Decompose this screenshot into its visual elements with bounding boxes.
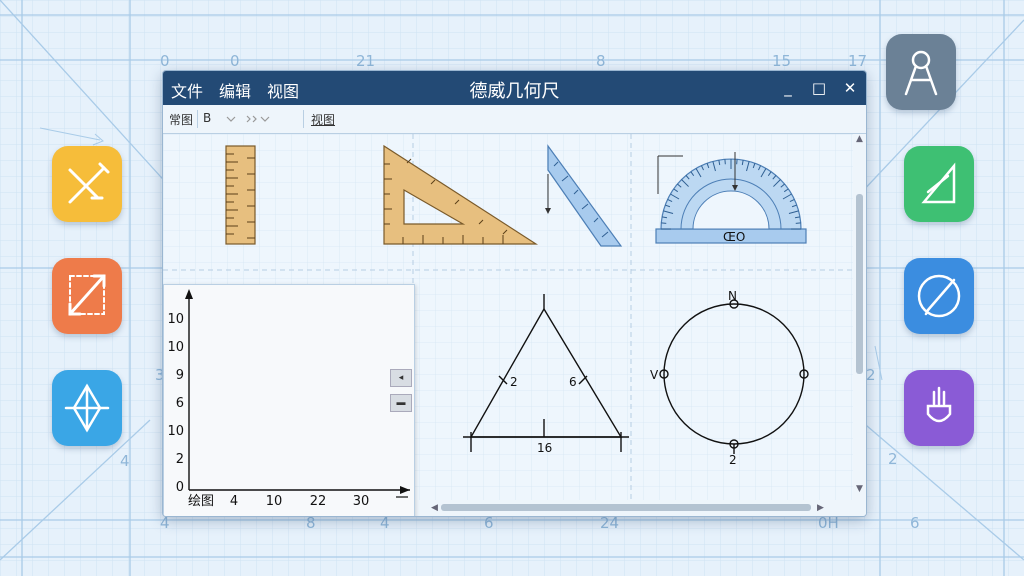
x-tick-label: 30 xyxy=(353,494,370,509)
toolbar: 常图 B 视图 xyxy=(163,105,866,134)
panel-side-button[interactable]: ▬ xyxy=(390,394,412,412)
vertical-scrollbar[interactable]: ▲ ▼ xyxy=(853,134,866,500)
ruler-pencil-app-icon[interactable] xyxy=(52,146,122,222)
triangle-base-label: 16 xyxy=(537,441,552,455)
y-axis-arrow xyxy=(185,289,193,299)
toolbar-common[interactable]: 常图 xyxy=(169,111,193,128)
x-axis-arrow xyxy=(400,486,410,494)
bg-number: 15 xyxy=(772,52,792,70)
toolbar-view[interactable]: 视图 xyxy=(311,111,335,128)
pen-circle-app-icon[interactable] xyxy=(904,258,974,334)
x-tick-label: 22 xyxy=(310,494,327,509)
x-axis-label: 绘图 xyxy=(188,494,214,509)
y-tick-label: 10 xyxy=(167,424,184,439)
minimize-button[interactable]: _ xyxy=(777,77,799,99)
title-bar: 文件 编辑 视图 德威几何尺 _ □ ✕ xyxy=(163,71,866,105)
chart-panel[interactable]: 10 10 9 6 10 2 0 4 10 22 30 绘图 ◂ ▬ xyxy=(163,284,415,516)
circle-top-label: N xyxy=(728,289,737,303)
bg-number: 17 xyxy=(848,52,868,70)
vertical-scroll-thumb[interactable] xyxy=(856,194,863,374)
bg-number: 0 xyxy=(230,52,240,70)
bg-number: 2 xyxy=(888,450,898,468)
window-title: 德威几何尺 xyxy=(469,81,560,102)
toolbar-dropdowns[interactable] xyxy=(217,115,277,125)
circle-left-label: V xyxy=(650,368,659,382)
maximize-button[interactable]: □ xyxy=(808,77,830,99)
y-tick-label: 6 xyxy=(176,396,184,411)
circle-bottom-label: 2 xyxy=(729,453,737,467)
scroll-right-icon[interactable]: ▶ xyxy=(817,503,824,513)
bg-number: 21 xyxy=(356,52,376,70)
drawing-compass-app-icon[interactable] xyxy=(886,34,956,110)
wooden-ruler[interactable] xyxy=(225,145,256,245)
y-tick-label: 2 xyxy=(176,452,184,467)
scroll-left-icon[interactable]: ◀ xyxy=(431,503,438,513)
horizontal-scrollbar[interactable]: ◀ ▶ xyxy=(413,500,866,516)
bg-number: 0 xyxy=(160,52,170,70)
x-tick-label: 10 xyxy=(266,494,283,509)
shield-plug-app-icon[interactable] xyxy=(904,370,974,446)
close-button[interactable]: ✕ xyxy=(839,77,861,99)
triangle-left-label: 2 xyxy=(510,375,518,389)
y-tick-label: 10 xyxy=(167,312,184,327)
y-tick-label: 0 xyxy=(176,480,184,495)
diagonal-measure-app-icon[interactable] xyxy=(52,258,122,334)
bg-number: 4 xyxy=(120,452,130,470)
toolbar-bold[interactable]: B xyxy=(203,111,211,125)
chart: 10 10 9 6 10 2 0 4 10 22 30 绘图 xyxy=(167,289,410,509)
app-window: 文件 编辑 视图 德威几何尺 _ □ ✕ 常图 B 视图 ŒO 2 6 16 N… xyxy=(162,70,867,517)
panel-side-button[interactable]: ◂ xyxy=(390,369,412,387)
triangle-right-label: 6 xyxy=(569,375,577,389)
compass-star-app-icon[interactable] xyxy=(52,370,122,446)
horizontal-scroll-thumb[interactable] xyxy=(441,504,811,511)
y-tick-label: 9 xyxy=(176,368,184,383)
bg-number: 8 xyxy=(596,52,606,70)
triangle-pencil-app-icon[interactable] xyxy=(904,146,974,222)
protractor-label: ŒO xyxy=(723,230,745,244)
bg-number: 6 xyxy=(910,514,920,532)
toolbar-separator xyxy=(197,110,198,128)
x-tick-label: 4 xyxy=(230,494,238,509)
y-tick-label: 10 xyxy=(167,340,184,355)
toolbar-separator xyxy=(303,110,304,128)
scroll-up-icon[interactable]: ▲ xyxy=(856,134,863,144)
bg-number: 2 xyxy=(866,366,876,384)
scroll-down-icon[interactable]: ▼ xyxy=(856,484,863,494)
